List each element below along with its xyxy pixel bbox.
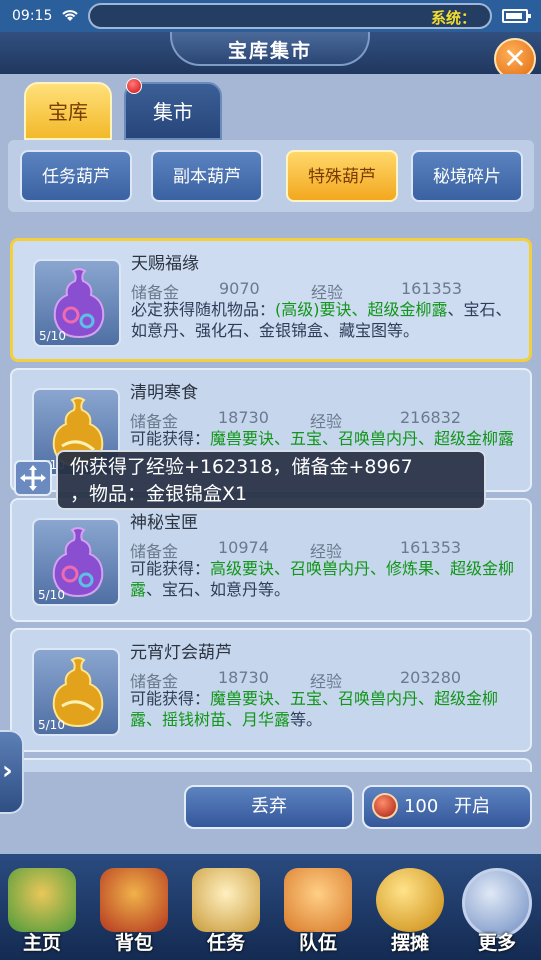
desc-prefix: 必定获得随机物品： [131,300,276,319]
item-description: 可能获得：魔兽要诀、五宝、召唤兽内丹、超级金柳露、摇钱树苗、月华露等。 [130,688,520,730]
item-thumbnail: 5/10 [32,648,120,736]
list-item[interactable]: 5/10 元宵灯会葫芦 储备金 18730 经验 203280 可能获得：魔兽要… [10,628,532,752]
nav-label: 队伍 [298,932,337,954]
item-description: 可能获得：魔兽要诀、五宝、召唤兽内丹、超级金柳露 [130,428,520,449]
open-button[interactable]: 100 开启 [362,785,532,829]
coin-icon [376,868,444,932]
item-name: 神秘宝匣 [130,513,198,533]
nav-task[interactable]: 任务 [184,868,268,960]
chest-icon [100,868,168,932]
title-plate: 宝库集市 [170,32,370,66]
close-icon: ✕ [503,42,527,75]
reserve-value: 10974 [218,538,269,557]
list-item[interactable]: 5/10 神秘宝匣 储备金 10974 经验 161353 可能获得：高级要诀、… [10,498,532,622]
nav-stall[interactable]: 摆摊 [368,868,452,960]
reserve-value: 9070 [219,279,260,298]
nav-more[interactable]: 更多 [455,868,539,960]
desc-highlight: (高级)要诀、超级金柳露 [275,300,448,319]
item-thumbnail: 5/10 [32,518,120,606]
item-name: 元宵灯会葫芦 [130,643,232,663]
system-channel-bar[interactable]: 系统： [88,3,492,29]
reward-toast: 你获得了经验+162318，储备金+8967 ，物品：金银锦盒X1 [56,450,486,510]
desc-prefix: 可能获得： [130,689,211,708]
desc-rest: 等。 [290,710,323,729]
item-count: 5/10 [39,329,66,343]
list-item[interactable]: 5/10 天赐福缘 储备金 9070 经验 161353 必定获得随机物品：(高… [10,238,532,362]
desc-highlight: 魔兽要诀、五宝、召唤兽内丹、超级金柳露 [210,429,515,448]
reserve-value: 18730 [218,408,269,427]
nav-label: 背包 [114,932,153,954]
status-bar: 09:15 系统： [0,0,541,32]
nav-team[interactable]: 队伍 [276,868,360,960]
tab-baoku[interactable]: 宝库 [24,82,112,140]
nav-label: 摆摊 [390,932,429,954]
exp-value: 161353 [400,538,462,557]
exp-value: 203280 [400,668,462,687]
desc-prefix: 可能获得： [130,559,211,578]
notification-dot [126,78,142,94]
side-expand-button[interactable]: › [0,730,24,814]
item-name: 清明寒食 [130,383,198,403]
wifi-icon [62,10,78,21]
item-name: 天赐福缘 [131,254,199,274]
item-thumbnail: 5/10 [33,259,121,347]
move-icon[interactable] [14,460,52,496]
open-cost: 100 [403,796,439,817]
exp-value: 161353 [401,279,463,298]
item-count: 5/10 [38,588,65,602]
toast-line-1: 你获得了经验+162318，储备金+8967 [70,456,413,478]
home-icon [8,868,76,932]
team-icon [284,868,352,932]
desc-rest: 、宝石、如意丹等。 [146,580,291,599]
nav-bag[interactable]: 背包 [92,868,176,960]
status-time: 09:15 [12,8,53,24]
subtab-secret-fragment[interactable]: 秘境碎片 [411,150,523,202]
list-item-partial [10,758,532,772]
page-title: 宝库集市 [227,40,312,62]
discard-button[interactable]: 丢弃 [184,785,354,829]
nav-home[interactable]: 主页 [0,868,84,960]
reserve-value: 18730 [218,668,269,687]
subtab-special-gourd[interactable]: 特殊葫芦 [286,150,398,202]
desc-prefix: 可能获得： [130,429,211,448]
nav-label: 任务 [206,932,245,954]
scroll-icon [192,868,260,932]
open-label: 开启 [454,796,491,817]
nav-label: 更多 [477,932,516,954]
chevron-right-icon: › [2,756,13,786]
item-description: 可能获得：高级要诀、召唤兽内丹、修炼果、超级金柳露、宝石、如意丹等。 [130,558,520,600]
nav-label: 主页 [22,932,61,954]
system-label: 系统： [430,9,476,27]
subtab-dungeon-gourd[interactable]: 副本葫芦 [151,150,263,202]
pot-icon [372,793,398,819]
item-description: 必定获得随机物品：(高级)要诀、超级金柳露、宝石、如意丹、强化石、金银锦盒、藏宝… [131,299,521,341]
toast-line-2: ，物品：金银锦盒X1 [70,483,248,505]
battery-icon [502,9,531,23]
item-count: 5/10 [38,718,65,732]
exp-value: 216832 [400,408,462,427]
subtab-task-gourd[interactable]: 任务葫芦 [20,150,132,202]
